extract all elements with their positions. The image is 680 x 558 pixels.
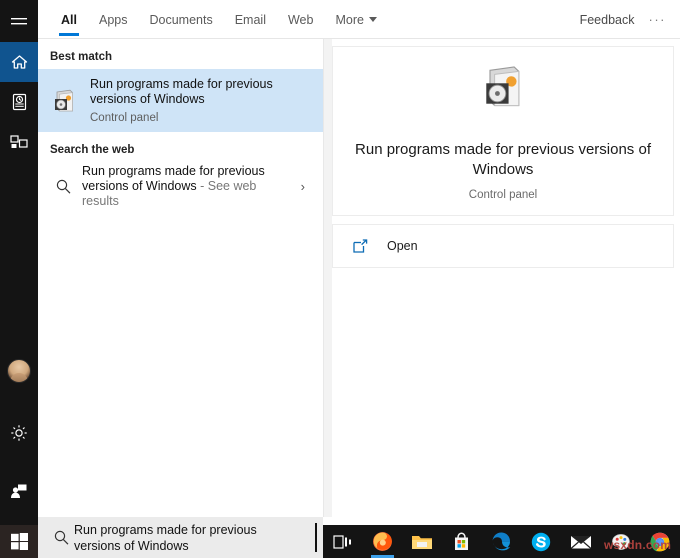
sidebar-item-apps[interactable] (0, 122, 38, 162)
apps-icon (10, 135, 28, 148)
tab-documents[interactable]: Documents (138, 0, 223, 39)
best-match-title: Run programs made for previous versions … (90, 77, 273, 106)
avatar (7, 359, 31, 383)
tab-all-label: All (61, 12, 77, 27)
hamburger-glyph (11, 18, 27, 25)
open-button[interactable]: Open (387, 239, 418, 253)
firefox-icon[interactable] (363, 525, 403, 558)
watermark: wsxdn.com (604, 538, 672, 552)
tab-more[interactable]: More (324, 0, 387, 39)
task-view-icon[interactable] (323, 525, 363, 558)
search-icon (48, 179, 78, 194)
text-cursor (315, 523, 317, 552)
search-input[interactable]: Run programs made for previous versions … (38, 517, 323, 558)
search-the-web-heading: Search the web (50, 144, 135, 156)
pane-divider (323, 39, 324, 517)
open-external-icon (353, 238, 375, 254)
preview-title: Run programs made for previous versions … (355, 141, 651, 178)
hamburger-icon[interactable] (0, 2, 38, 42)
tab-email-label: Email (234, 12, 266, 27)
web-search-result[interactable]: Run programs made for previous versions … (38, 162, 323, 210)
best-match-heading: Best match (50, 51, 112, 63)
left-rail (0, 0, 38, 525)
settings-gear-icon (11, 425, 27, 441)
overflow-menu-icon[interactable]: ··· (645, 12, 680, 27)
sidebar-item-account[interactable] (0, 351, 38, 391)
history-icon (12, 93, 26, 111)
file-explorer-icon[interactable] (402, 525, 442, 558)
results-pane: Best match Run programs made for previou… (38, 39, 323, 517)
start-button[interactable] (0, 525, 38, 558)
best-match-subtitle: Control panel (90, 112, 159, 124)
best-match-result[interactable]: Run programs made for previous versions … (38, 69, 323, 132)
search-input-value: Run programs made for previous versions … (74, 522, 257, 553)
preview-subtitle: Control panel (468, 189, 538, 201)
skype-icon[interactable] (521, 525, 561, 558)
tab-bar: All Apps Documents Email Web More Feedba… (38, 0, 680, 39)
tab-email[interactable]: Email (224, 0, 277, 39)
best-match-text: Run programs made for previous versions … (90, 77, 290, 124)
windows-logo-icon (10, 533, 28, 550)
preview-card: Run programs made for previous versions … (332, 46, 674, 216)
feedback-button[interactable]: Feedback (570, 13, 645, 27)
tab-apps-label: Apps (98, 12, 128, 27)
web-search-label: Run programs made for previous versions … (82, 164, 287, 209)
sidebar-item-power[interactable] (0, 471, 38, 511)
program-compatibility-icon (48, 87, 80, 115)
edge-icon[interactable] (482, 525, 522, 558)
mail-icon[interactable] (561, 525, 601, 558)
tab-all[interactable]: All (50, 0, 88, 39)
pane-gap (324, 39, 332, 517)
tab-documents-label: Documents (149, 12, 213, 27)
sidebar-item-settings[interactable] (0, 413, 38, 453)
tab-more-label: More (335, 12, 364, 27)
sidebar-item-history[interactable] (0, 82, 38, 122)
search-icon (48, 530, 74, 545)
chevron-right-icon[interactable]: › (301, 179, 313, 194)
microsoft-store-icon[interactable] (442, 525, 482, 558)
preview-pane: Run programs made for previous versions … (332, 46, 674, 517)
search-flyout: All Apps Documents Email Web More Feedba… (0, 0, 680, 558)
home-icon (11, 55, 27, 69)
power-feedback-icon (11, 484, 27, 498)
tab-web[interactable]: Web (277, 0, 324, 39)
chevron-down-icon (368, 17, 377, 22)
tab-bar-right: Feedback ··· (570, 12, 680, 27)
preview-actions: Open (332, 224, 674, 268)
tab-web-label: Web (287, 12, 314, 27)
tab-apps[interactable]: Apps (88, 0, 139, 39)
program-compatibility-icon-large (477, 61, 529, 118)
sidebar-item-home[interactable] (0, 42, 38, 82)
